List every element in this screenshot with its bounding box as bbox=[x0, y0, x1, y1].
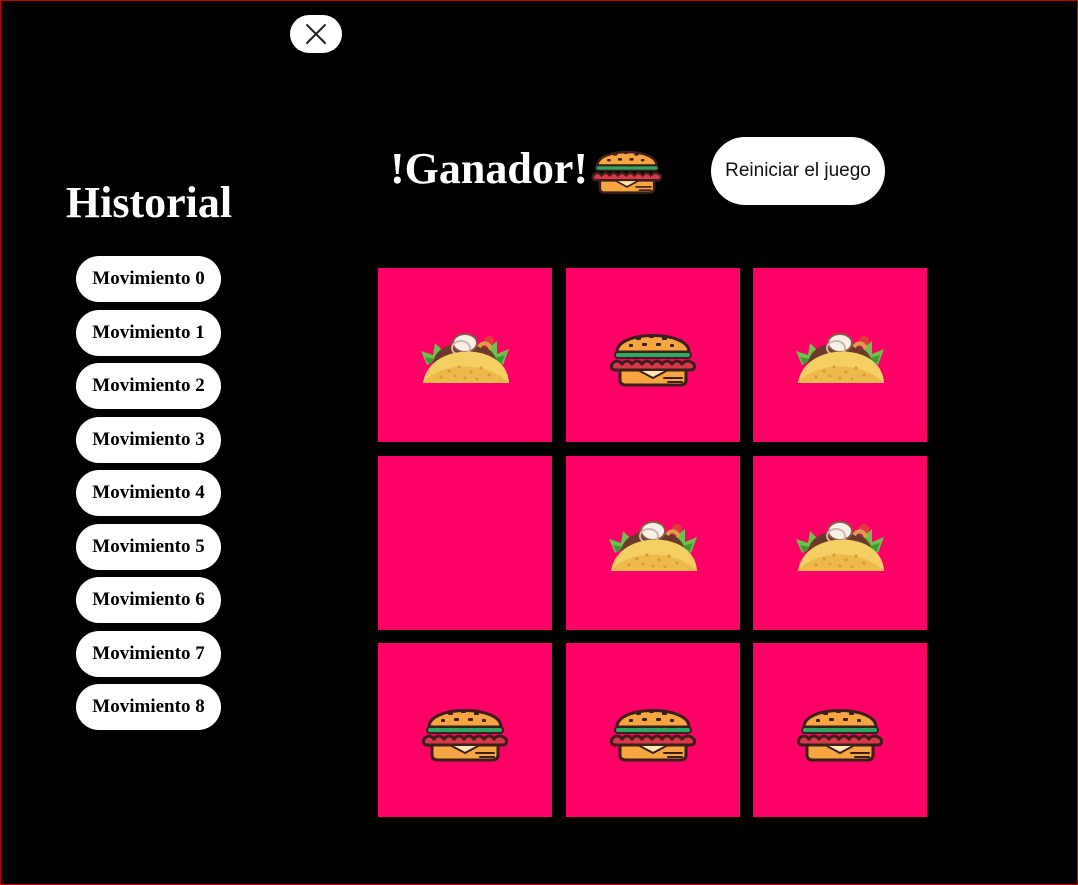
burger-icon bbox=[795, 697, 885, 763]
board-cell-2[interactable] bbox=[753, 268, 927, 442]
move-button-8[interactable]: Movimiento 8 bbox=[76, 684, 221, 730]
move-button-2[interactable]: Movimiento 2 bbox=[76, 363, 221, 409]
board-cell-5[interactable] bbox=[753, 455, 927, 630]
history-item: Movimiento 2 bbox=[76, 363, 221, 409]
status-text: !Ganador! bbox=[390, 143, 588, 193]
move-button-4[interactable]: Movimiento 4 bbox=[76, 470, 221, 516]
restart-button[interactable]: Reiniciar el juego bbox=[711, 137, 885, 205]
game-status: !Ganador! bbox=[390, 138, 664, 198]
burger-icon bbox=[420, 697, 510, 763]
board-cell-6[interactable] bbox=[378, 643, 552, 817]
history-item: Movimiento 3 bbox=[76, 416, 221, 463]
move-button-1[interactable]: Movimiento 1 bbox=[76, 309, 221, 356]
close-button[interactable] bbox=[290, 15, 342, 53]
move-button-0[interactable]: Movimiento 0 bbox=[76, 256, 221, 302]
move-button-3[interactable]: Movimiento 3 bbox=[76, 416, 221, 463]
history-item: Movimiento 6 bbox=[76, 577, 221, 623]
board-cell-7[interactable] bbox=[565, 643, 740, 817]
move-button-7[interactable]: Movimiento 7 bbox=[76, 630, 221, 677]
history-item: Movimiento 5 bbox=[76, 523, 221, 570]
move-button-6[interactable]: Movimiento 6 bbox=[76, 577, 221, 623]
taco-icon bbox=[419, 327, 511, 383]
taco-icon bbox=[794, 327, 886, 383]
history-list: Movimiento 0 Movimiento 1 Movimiento 2 Movi… bbox=[76, 256, 221, 738]
taco-icon bbox=[794, 515, 886, 571]
history-item: Movimiento 0 bbox=[76, 256, 221, 302]
close-icon bbox=[306, 24, 326, 44]
board-cell-8[interactable] bbox=[753, 643, 927, 817]
winner-burger-icon bbox=[590, 140, 664, 196]
taco-icon bbox=[607, 515, 699, 571]
board-cell-4[interactable] bbox=[565, 455, 740, 630]
history-title: Historial bbox=[65, 178, 233, 227]
burger-icon bbox=[608, 322, 698, 388]
burger-icon bbox=[608, 697, 698, 763]
history-item: Movimiento 4 bbox=[76, 470, 221, 516]
history-item: Movimiento 1 bbox=[76, 309, 221, 356]
board-cell-1[interactable] bbox=[565, 268, 740, 442]
history-item: Movimiento 7 bbox=[76, 630, 221, 677]
game-board bbox=[378, 268, 927, 817]
move-button-5[interactable]: Movimiento 5 bbox=[76, 523, 221, 570]
board-cell-0[interactable] bbox=[378, 268, 552, 442]
board-cell-3[interactable] bbox=[378, 455, 552, 630]
history-item: Movimiento 8 bbox=[76, 684, 221, 730]
